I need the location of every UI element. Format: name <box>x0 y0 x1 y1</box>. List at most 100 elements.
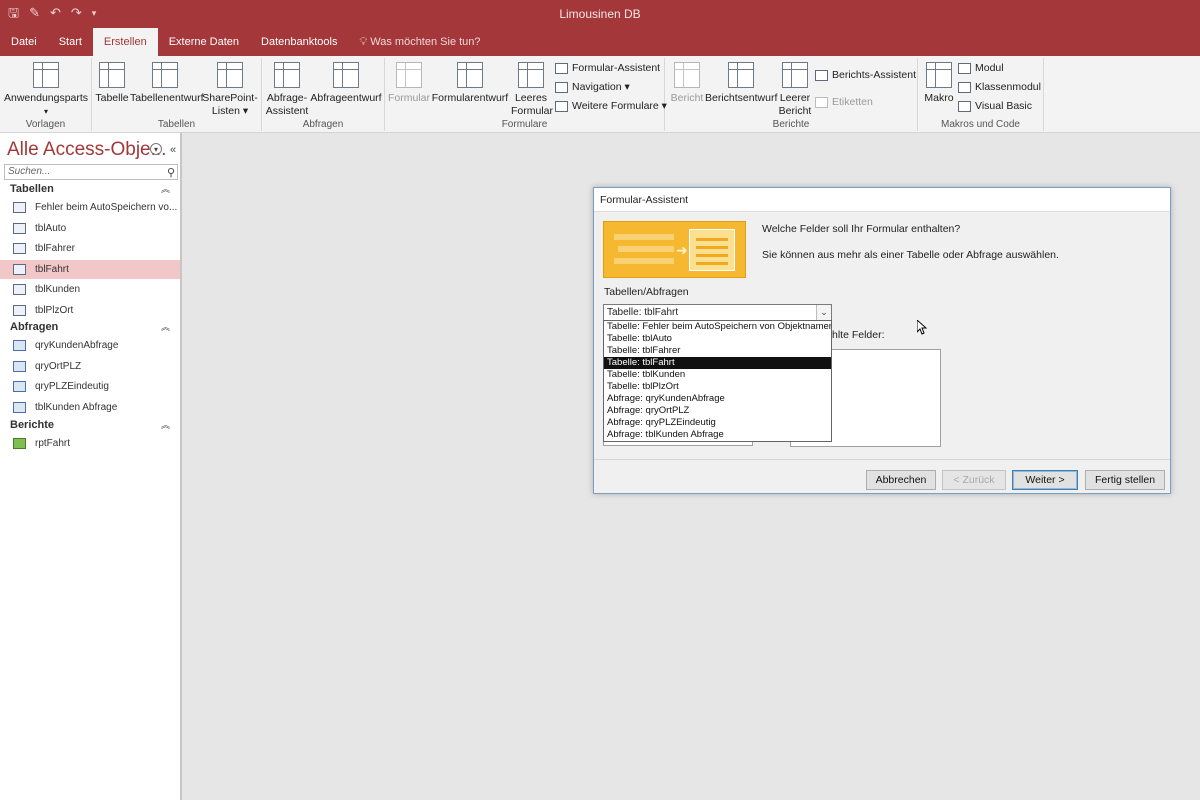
finish-button[interactable]: Fertig stellen <box>1085 470 1165 490</box>
nav-pane-title[interactable]: Alle Access-Obje... <box>7 139 166 161</box>
nav-section-tabellen[interactable]: Tabellen ︽ <box>0 181 180 198</box>
nav-item-table[interactable]: tblPlzOrt <box>0 301 180 320</box>
banner-form-card <box>689 229 735 271</box>
table-icon <box>13 202 26 213</box>
table-icon <box>13 264 26 275</box>
weitere-formulare-button[interactable]: Weitere Formulare ▾ <box>555 100 667 112</box>
nav-item-table[interactable]: tblAuto <box>0 219 180 238</box>
collapse-section-icon[interactable]: ︽ <box>161 181 170 198</box>
next-button[interactable]: Weiter > <box>1012 470 1078 490</box>
group-formulare: Formular Formularentwurf Leeres Formular… <box>385 58 667 131</box>
dropdown-option[interactable]: Tabelle: tblFahrer <box>604 345 831 357</box>
tabellenentwurf-button[interactable]: Tabellenentwurf <box>130 60 204 105</box>
table-icon <box>13 243 26 254</box>
banner-line <box>696 262 728 265</box>
report-icon <box>13 438 26 449</box>
table-icon <box>99 62 125 88</box>
klassenmodul-label: Klassenmodul <box>975 81 1041 93</box>
leerer-bericht-button[interactable]: Leerer Bericht <box>777 60 813 118</box>
bericht-button[interactable]: Bericht <box>669 60 705 105</box>
dropdown-option[interactable]: Tabelle: Fehler beim AutoSpeichern von O… <box>604 321 831 333</box>
mouse-cursor-icon <box>917 320 927 335</box>
report-design-icon <box>728 62 754 88</box>
nav-section-label: Abfragen <box>10 321 59 333</box>
dropdown-option[interactable]: Abfrage: qryPLZEindeutig <box>604 417 831 429</box>
dialog-separator <box>594 459 1170 460</box>
nav-search-input[interactable]: Suchen... ⚲ <box>4 164 178 180</box>
tab-erstellen[interactable]: Erstellen <box>92 28 158 56</box>
visual-basic-button[interactable]: Visual Basic <box>958 100 1032 112</box>
dropdown-option[interactable]: Abfrage: tblKunden Abfrage <box>604 429 831 441</box>
makro-button[interactable]: Makro <box>922 60 956 105</box>
collapse-section-icon[interactable]: ︽ <box>161 417 170 434</box>
anwendungsparts-button[interactable]: Anwendungsparts ▾ <box>4 60 88 118</box>
nav-item-table-selected[interactable]: tblFahrt <box>0 260 180 279</box>
query-wizard-icon <box>274 62 300 88</box>
formular-button[interactable]: Formular <box>387 60 431 105</box>
tell-me-label: Was möchten Sie tun? <box>370 36 481 48</box>
formular-assistent-button[interactable]: Formular-Assistent <box>555 62 660 74</box>
window-title: Limousinen DB <box>559 7 641 21</box>
group-label-berichte: Berichte <box>772 119 810 130</box>
nav-search-placeholder: Suchen... <box>8 166 51 177</box>
sharepoint-listen-button[interactable]: SharePoint- Listen ▾ <box>202 60 258 118</box>
nav-item-label: tblKunden <box>35 284 81 295</box>
abfrage-assistent-button[interactable]: Abfrage- Assistent <box>264 60 310 118</box>
nav-item-table[interactable]: tblFahrer <box>0 239 180 258</box>
combo-value: Tabelle: tblFahrt <box>607 307 679 318</box>
tables-queries-combo[interactable]: Tabelle: tblFahrt ⌄ <box>603 304 832 321</box>
nav-item-query[interactable]: qryPLZEindeutig <box>0 377 180 396</box>
tab-datei[interactable]: Datei <box>0 28 48 56</box>
visual-basic-icon <box>958 100 971 112</box>
navigation-button[interactable]: Navigation ▾ <box>555 81 630 93</box>
dropdown-option-selected[interactable]: Tabelle: tblFahrt <box>604 357 831 369</box>
dropdown-option[interactable]: Tabelle: tblKunden <box>604 369 831 381</box>
collapse-section-icon[interactable]: ︽ <box>161 319 170 336</box>
wizard-hint: Sie können aus mehr als einer Tabelle od… <box>762 249 1059 261</box>
modul-button[interactable]: Modul <box>958 62 1004 74</box>
nav-item-query[interactable]: qryOrtPLZ <box>0 357 180 376</box>
search-icon[interactable]: ⚲ <box>167 166 175 180</box>
klassenmodul-button[interactable]: Klassenmodul <box>958 81 1041 93</box>
group-label-tabellen: Tabellen <box>157 119 196 130</box>
bericht-label: Bericht <box>670 92 704 104</box>
nav-section-abfragen[interactable]: Abfragen ︽ <box>0 319 180 336</box>
tab-start[interactable]: Start <box>48 28 93 56</box>
dropdown-option[interactable]: Tabelle: tblAuto <box>604 333 831 345</box>
nav-item-table[interactable]: Fehler beim AutoSpeichern vo... <box>0 198 180 217</box>
collapse-pane-icon[interactable]: « <box>166 143 180 157</box>
tab-datenbanktools[interactable]: Datenbanktools <box>250 28 348 56</box>
report-wizard-icon <box>815 69 828 81</box>
chevron-down-icon[interactable]: ⌄ <box>816 305 831 320</box>
form-wizard-dialog: Formular-Assistent ➜ Welche Felder soll … <box>593 187 1171 494</box>
formularentwurf-button[interactable]: Formularentwurf <box>431 60 509 105</box>
nav-item-query[interactable]: tblKunden Abfrage <box>0 398 180 417</box>
dropdown-option[interactable]: Tabelle: tblPlzOrt <box>604 381 831 393</box>
etiketten-label: Etiketten <box>832 96 873 108</box>
tab-externe-daten[interactable]: Externe Daten <box>158 28 250 56</box>
weitere-formulare-label: Weitere Formulare ▾ <box>572 100 667 112</box>
nav-section-berichte[interactable]: Berichte ︽ <box>0 417 180 434</box>
nav-item-report[interactable]: rptFahrt <box>0 434 180 453</box>
abfrageentwurf-button[interactable]: Abfrageentwurf <box>310 60 382 105</box>
dropdown-option[interactable]: Abfrage: qryOrtPLZ <box>604 405 831 417</box>
nav-item-query[interactable]: qryKundenAbfrage <box>0 336 180 355</box>
leeres-formular-button[interactable]: Leeres Formular <box>511 60 554 118</box>
tabellenentwurf-label: Tabellenentwurf <box>130 92 204 104</box>
visual-basic-label: Visual Basic <box>975 100 1033 112</box>
berichtsentwurf-button[interactable]: Berichtsentwurf <box>705 60 777 105</box>
chevron-down-icon[interactable]: ▾ <box>150 143 162 155</box>
blank-report-icon <box>782 62 808 88</box>
tell-me-search[interactable]: 💡︎ Was möchten Sie tun? <box>349 28 492 56</box>
etiketten-button[interactable]: Etiketten <box>815 96 873 108</box>
table-icon <box>13 223 26 234</box>
berichts-assistent-button[interactable]: Berichts-Assistent <box>815 69 916 81</box>
nav-item-table[interactable]: tblKunden <box>0 280 180 299</box>
lightbulb-icon: 💡︎ <box>359 36 371 48</box>
cancel-button[interactable]: Abbrechen <box>866 470 936 490</box>
tabelle-button[interactable]: Tabelle <box>94 60 130 105</box>
back-button[interactable]: < Zurück <box>942 470 1006 490</box>
query-icon <box>13 340 26 351</box>
dropdown-option[interactable]: Abfrage: qryKundenAbfrage <box>604 393 831 405</box>
leeres-formular-label-2: Formular <box>511 105 554 117</box>
